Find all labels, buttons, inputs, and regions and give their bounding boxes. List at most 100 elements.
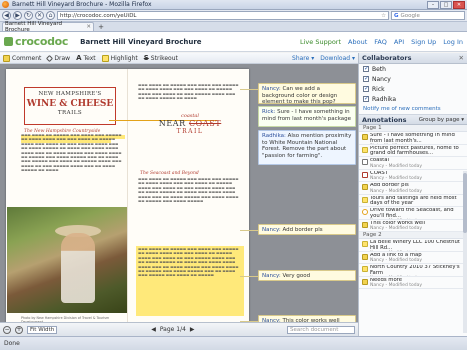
annotation-item[interactable]: North Country 2010 37 Stickney's FarmNan… xyxy=(359,264,467,277)
comment-bubble[interactable]: Nancy: Can we add a background color or … xyxy=(258,83,356,105)
back-icon[interactable]: ◀ xyxy=(2,11,11,20)
comment-icon xyxy=(362,278,368,285)
scrollbar-thumb[interactable] xyxy=(463,173,467,233)
strikeout-icon xyxy=(362,171,368,178)
draw-tool[interactable]: Draw xyxy=(46,54,70,62)
checkbox-icon[interactable] xyxy=(363,95,369,102)
logo-text: crocodoc xyxy=(15,35,69,48)
strikeout-icon: S xyxy=(143,54,149,62)
annotation-page-header[interactable]: Page 1 xyxy=(359,125,467,132)
drawing-icon xyxy=(362,209,368,215)
api-link[interactable]: API xyxy=(394,38,404,46)
comment-author: Radhika: xyxy=(262,133,286,139)
stop-icon[interactable]: ✕ xyxy=(35,11,44,20)
annotation-list-page-2: La Belle Winery LLC 100 Chestnut Hill Rd… xyxy=(359,239,467,289)
zoom-in-icon[interactable]: + xyxy=(15,325,23,334)
highlight-tool[interactable]: Highlight xyxy=(101,54,138,62)
document-search-input[interactable]: Search document xyxy=(287,325,355,334)
notify-link[interactable]: Notify me of new comments xyxy=(359,104,467,115)
prev-page-icon[interactable]: ◀ xyxy=(151,326,156,333)
collaborators-header: Collaborators ✕ xyxy=(359,53,467,64)
next-page-icon[interactable]: ▶ xyxy=(190,326,195,333)
tab-close-icon[interactable]: ✕ xyxy=(86,24,91,30)
live-support-link[interactable]: Live Support xyxy=(300,38,341,46)
checkbox-icon[interactable] xyxy=(363,85,369,92)
strikeout-coast[interactable]: COAST xyxy=(189,119,221,128)
checkbox-icon[interactable] xyxy=(363,75,369,82)
document-page[interactable]: NEW HAMPSHIRE'S WINE & CHEESE TRAILS The… xyxy=(6,69,249,336)
vineyard-photo xyxy=(7,207,127,313)
collapse-icon[interactable]: ✕ xyxy=(459,54,464,62)
comment-bubble[interactable]: Nancy: Add border pls xyxy=(258,224,356,235)
close-icon[interactable]: ✕ xyxy=(453,0,465,9)
group-by-select[interactable]: Group by page ▾ xyxy=(419,117,464,123)
forward-icon[interactable]: ▶ xyxy=(13,11,22,20)
sign-up-link[interactable]: Sign Up xyxy=(411,38,436,46)
home-icon[interactable]: ⌂ xyxy=(46,11,55,20)
zoom-out-icon[interactable]: − xyxy=(3,325,11,334)
checkbox-icon[interactable] xyxy=(363,65,369,72)
highlight-icon xyxy=(362,146,368,153)
annotation-body: Tours and tastings are held most days of… xyxy=(370,196,464,206)
annotation-body: Sure - I have something in mind from las… xyxy=(370,133,464,143)
toolbar-actions: Share ▾ Download ▾ xyxy=(292,55,355,62)
annotation-body: COAST Nancy - Modified today xyxy=(370,171,422,182)
annotation-body: Add border pls Nancy - Modified today xyxy=(370,183,422,194)
comment-bubble[interactable]: Radhika: Also mention proximity to White… xyxy=(258,130,356,165)
annotation-item[interactable]: Add border pls Nancy - Modified today xyxy=(359,182,467,195)
left-body-text: ▬▬▬ ▬▬▬▬ ▬▬ ▬▬▬▬▬ ▬▬▬ ▬▬▬▬ ▬▬▬ ▬▬▬▬▬ ▬▬ … xyxy=(21,133,122,173)
collaborator-name: Nancy xyxy=(372,75,391,83)
header-links: Live Support About FAQ API Sign Up Log I… xyxy=(300,38,463,46)
minimize-icon[interactable]: – xyxy=(427,0,439,9)
annotation-item[interactable]: COAST Nancy - Modified today xyxy=(359,170,467,182)
collaborator-item[interactable]: Nancy xyxy=(359,74,467,84)
comment-author: Rick: xyxy=(262,109,276,115)
annotation-item[interactable]: Needs more Nancy - Modified today xyxy=(359,277,467,289)
tab-brochure[interactable]: Barnett Hill Vineyard Brochure ✕ xyxy=(2,21,94,33)
comment-tool[interactable]: Comment xyxy=(3,54,41,62)
log-in-link[interactable]: Log In xyxy=(443,38,463,46)
collaborator-item[interactable]: Rick xyxy=(359,84,467,94)
comment-bubble[interactable]: Nancy: Very good xyxy=(258,270,356,281)
text-tool[interactable]: A Text xyxy=(76,54,96,62)
document-viewer[interactable]: NEW HAMPSHIRE'S WINE & CHEESE TRAILS The… xyxy=(0,64,358,336)
url-bar[interactable]: http://crocodoc.com/yeUiDL ☆ xyxy=(57,11,389,20)
collaborator-item[interactable]: Beth xyxy=(359,64,467,74)
share-button[interactable]: Share ▾ xyxy=(292,55,314,62)
comment-author: Nancy: xyxy=(262,273,281,279)
annotation-page-header[interactable]: Page 2 xyxy=(359,232,467,239)
highlighter-icon xyxy=(101,54,109,62)
annotation-toolbar: Comment Draw A Text Highlight S Strikeout … xyxy=(0,53,358,64)
crocodoc-logo[interactable]: crocodoc xyxy=(4,35,68,48)
about-link[interactable]: About xyxy=(348,38,367,46)
comment-reply-bubble[interactable]: Rick: Sure - I have something in mind fr… xyxy=(258,106,356,127)
near-coast-line: NEAR COAST xyxy=(140,119,240,128)
download-button[interactable]: Download ▾ xyxy=(320,55,355,62)
fit-width-select[interactable]: Fit Width xyxy=(27,325,58,334)
maximize-icon[interactable]: □ xyxy=(440,0,452,9)
text-tool-label: Text xyxy=(83,54,96,62)
comment-icon xyxy=(362,184,368,190)
annotation-item[interactable]: Drive toward the Seacoast, and you'll fi… xyxy=(359,207,467,220)
strikeout-tool-label: Strikeout xyxy=(150,54,178,62)
collaborator-name: Beth xyxy=(372,65,386,73)
annotation-item[interactable]: Sure - I have something in mind from las… xyxy=(359,132,467,145)
bookmark-star-icon[interactable]: ☆ xyxy=(381,13,386,19)
annotations-scrollbar[interactable] xyxy=(463,171,467,333)
new-tab-icon[interactable]: + xyxy=(96,23,106,31)
browser-search-input[interactable]: G Google xyxy=(391,11,465,20)
annotation-item[interactable]: coastal Nancy - Modified today xyxy=(359,157,467,170)
right-panel: Collaborators ✕ Beth Nancy Rick Radhika … xyxy=(358,53,467,336)
annotation-item[interactable]: This color works well Nancy - Modified to… xyxy=(359,220,467,232)
annotation-text: Sure - I have something in mind from las… xyxy=(370,133,455,144)
annotation-body: This color works well Nancy - Modified to… xyxy=(370,221,425,232)
faq-link[interactable]: FAQ xyxy=(374,38,387,46)
strikeout-tool[interactable]: S Strikeout xyxy=(144,54,178,62)
annotation-item[interactable]: La Belle Winery LLC 100 Chestnut Hill Rd… xyxy=(359,239,467,252)
reload-icon[interactable]: ↻ xyxy=(24,11,33,20)
annotation-body: Drive toward the Seacoast, and you'll fi… xyxy=(370,208,464,218)
annotation-item[interactable]: Picture perfect pastures, home to grand … xyxy=(359,145,467,157)
annotation-item[interactable]: Add a link to a map Nancy - Modified toda… xyxy=(359,252,467,264)
annotation-item[interactable]: Tours and tastings are held most days of… xyxy=(359,195,467,207)
collaborator-item[interactable]: Radhika xyxy=(359,94,467,104)
